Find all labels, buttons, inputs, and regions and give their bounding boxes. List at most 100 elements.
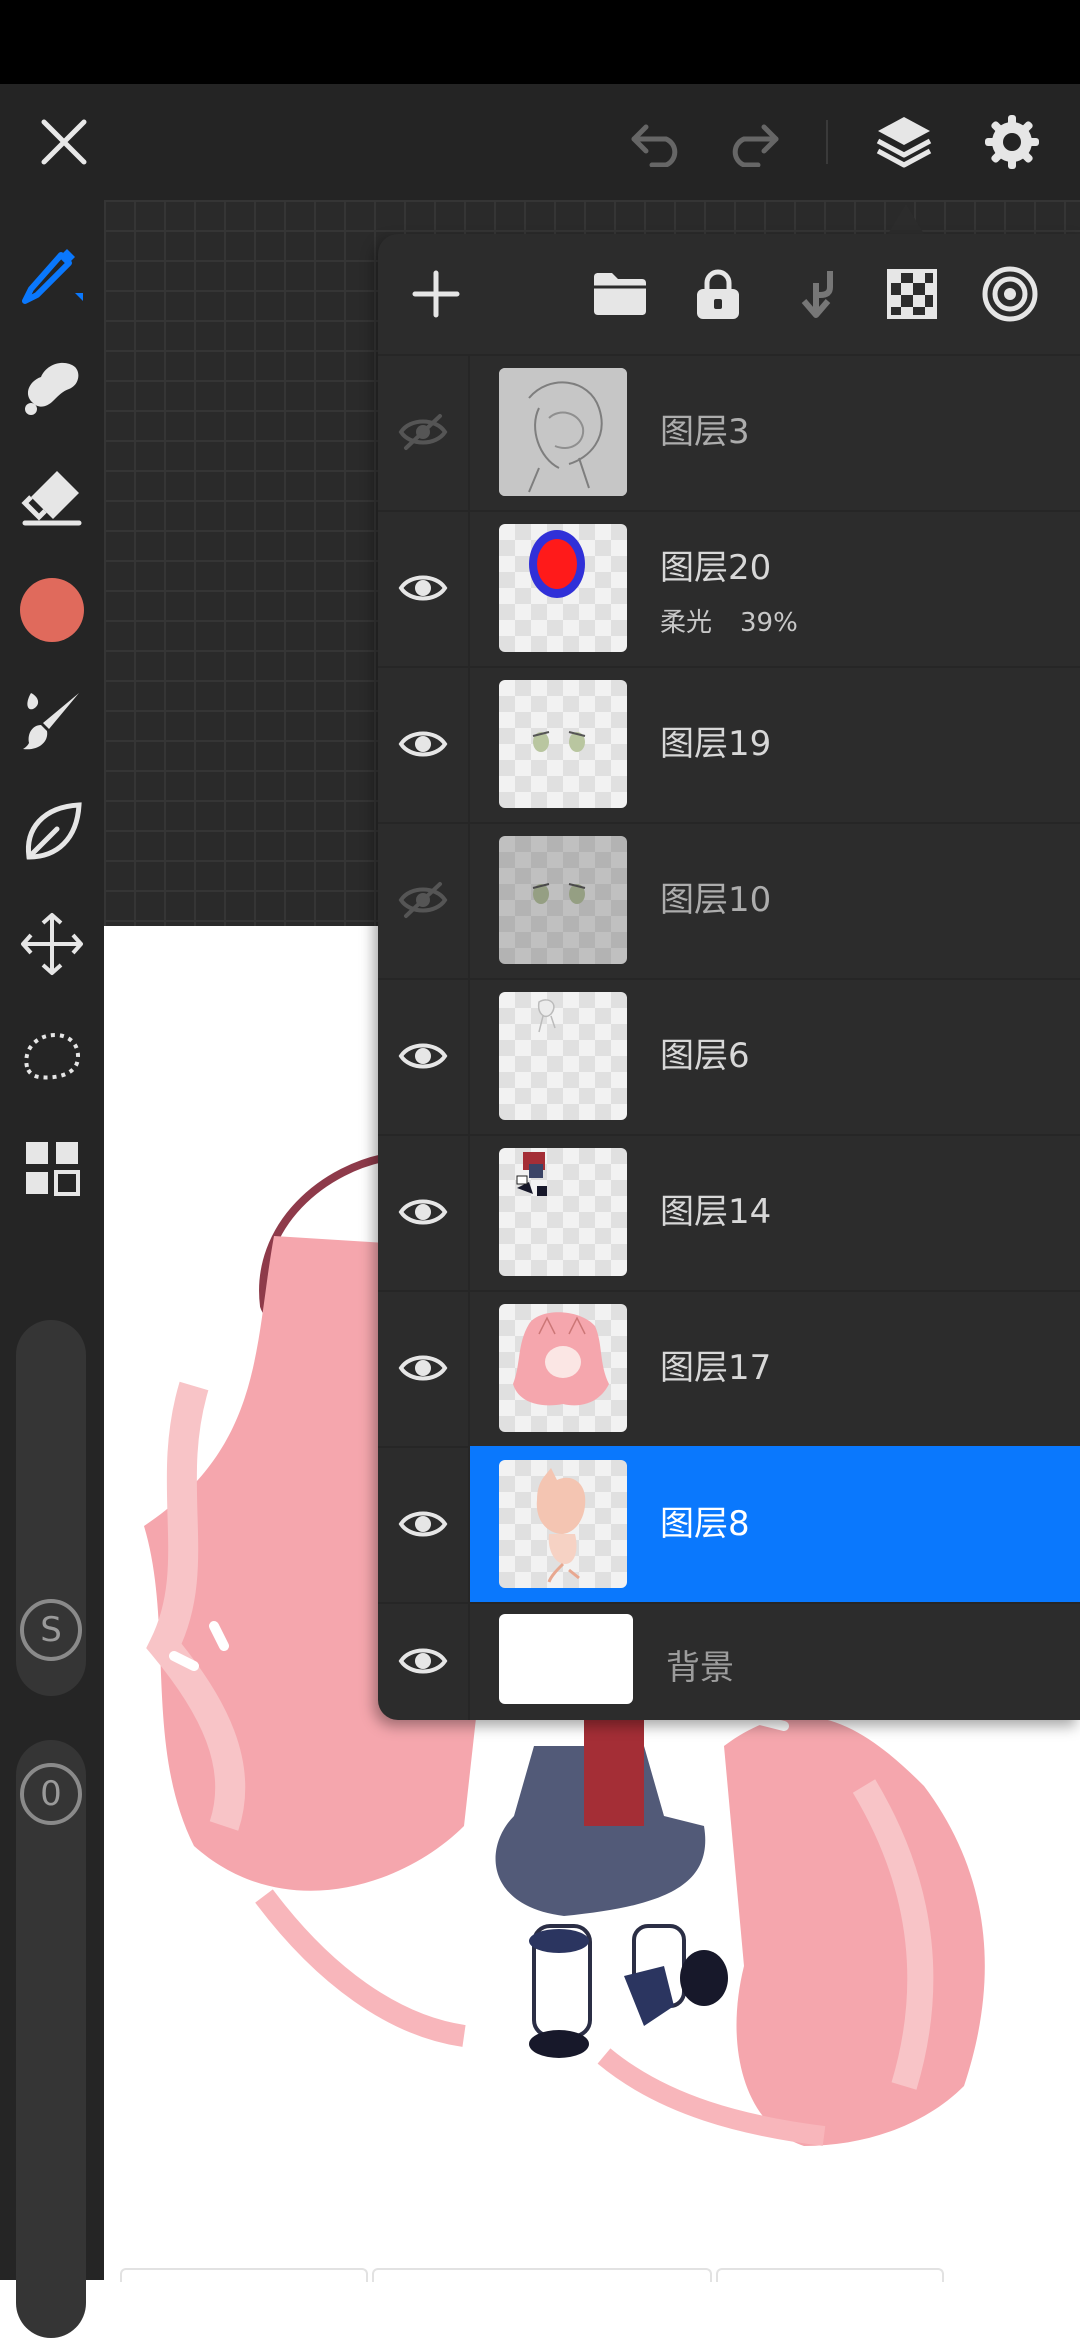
layer-thumbnail: [499, 992, 627, 1120]
layers-panel-header: [378, 234, 1080, 356]
eye-icon: [398, 1043, 448, 1069]
visibility-toggle[interactable]: [378, 1134, 470, 1290]
layer-row[interactable]: 图层10: [378, 822, 1080, 980]
eye-icon: [398, 1648, 448, 1674]
brush-tool[interactable]: [12, 680, 92, 760]
size-knob-label: S: [40, 1610, 62, 1650]
eye-icon: [398, 731, 448, 757]
visibility-toggle[interactable]: [378, 510, 470, 666]
layer-name: 图层17: [660, 1348, 772, 1388]
eye-icon: [398, 575, 448, 601]
layer-row-body[interactable]: 图层10: [470, 822, 1080, 978]
layer-row-background[interactable]: 背景: [378, 1602, 1080, 1720]
settings-button[interactable]: [970, 100, 1054, 184]
eraser-tool[interactable]: [12, 456, 92, 536]
selection-tool[interactable]: [12, 1016, 92, 1096]
layer-row[interactable]: 图层20 柔光 39%: [378, 510, 1080, 668]
active-color-circle: [20, 578, 84, 642]
close-icon: [41, 119, 87, 165]
layer-thumbnail: [499, 524, 627, 652]
status-bar: [0, 0, 1080, 84]
layer-row[interactable]: 图层19: [378, 666, 1080, 824]
pen-tool[interactable]: [12, 232, 92, 312]
layer-row-body[interactable]: 图层3: [470, 354, 1080, 510]
visibility-toggle[interactable]: [378, 1446, 470, 1602]
visibility-toggle[interactable]: [378, 1290, 470, 1446]
color-swatch[interactable]: [12, 570, 92, 650]
layer-thumbnail: [499, 368, 627, 496]
layer-name: 背景: [666, 1648, 734, 1688]
close-button[interactable]: [24, 102, 104, 182]
opacity-slider[interactable]: 0: [16, 1740, 86, 2338]
undo-icon: [631, 124, 678, 167]
add-icon: [412, 270, 460, 318]
redo-button[interactable]: [712, 102, 792, 182]
layer-thumbnail: [499, 680, 627, 808]
eye-off-icon: [398, 882, 448, 918]
move-icon: [21, 913, 83, 975]
eye-icon: [398, 1355, 448, 1381]
gallery-icon: [26, 1142, 80, 1196]
top-bar-divider: [826, 120, 828, 164]
undo-button[interactable]: [618, 102, 698, 182]
opacity-knob-label: 0: [40, 1774, 62, 1814]
layer-thumbnail: [499, 1304, 627, 1432]
blend-mode: 柔光: [660, 608, 713, 638]
layer-row[interactable]: 图层6: [378, 978, 1080, 1136]
eye-off-icon: [398, 414, 448, 450]
folder-icon: [594, 273, 646, 315]
left-toolbar: S 0: [0, 200, 104, 2338]
liquify-tool[interactable]: [12, 792, 92, 872]
merge-down-button[interactable]: [778, 256, 854, 332]
pen-icon: [22, 249, 83, 304]
visibility-toggle[interactable]: [378, 822, 470, 978]
layer-row-selected[interactable]: 图层8: [378, 1446, 1080, 1604]
lasso-icon: [24, 1032, 80, 1080]
visibility-toggle[interactable]: [378, 978, 470, 1134]
layers-panel: 图层3 图层20 柔光 39% 图层19 图层10 图层6 图层14 图层17 …: [378, 234, 1080, 1720]
layer-row[interactable]: 图层17: [378, 1290, 1080, 1448]
layer-row[interactable]: 图层3: [378, 354, 1080, 512]
layer-thumbnail: [499, 836, 627, 964]
eye-icon: [398, 1511, 448, 1537]
layer-thumbnail: [499, 1148, 627, 1276]
layer-thumbnail: [499, 1460, 627, 1588]
layer-name: 图层8: [660, 1504, 750, 1544]
layer-name: 图层19: [660, 724, 772, 764]
layer-row-body[interactable]: 背景: [470, 1602, 1080, 1720]
layer-row-body[interactable]: 图层8: [470, 1446, 1080, 1602]
layer-name: 图层6: [660, 1036, 750, 1076]
layer-name: 图层20: [660, 548, 772, 588]
layers-panel-caret: [888, 204, 924, 234]
liquify-icon: [25, 802, 82, 860]
layer-row-body[interactable]: 图层19: [470, 666, 1080, 822]
layer-row[interactable]: 图层14: [378, 1134, 1080, 1292]
smudge-icon: [25, 362, 79, 415]
brush-size-slider[interactable]: S: [16, 1320, 86, 1696]
smudge-tool[interactable]: [12, 344, 92, 424]
checker-icon: [887, 269, 937, 319]
reference-button[interactable]: [972, 256, 1048, 332]
layer-row-body[interactable]: 图层20 柔光 39%: [470, 510, 1080, 666]
layer-row-body[interactable]: 图层14: [470, 1134, 1080, 1290]
layer-row-body[interactable]: 图层17: [470, 1290, 1080, 1446]
layer-name: 图层14: [660, 1192, 772, 1232]
visibility-toggle[interactable]: [378, 354, 470, 510]
visibility-toggle[interactable]: [378, 666, 470, 822]
layer-row-body[interactable]: 图层6: [470, 978, 1080, 1134]
new-group-button[interactable]: [582, 256, 658, 332]
move-tool[interactable]: [12, 904, 92, 984]
layer-blend-info: 柔光 39%: [660, 602, 826, 639]
layer-name: 图层3: [660, 412, 750, 452]
layers-icon: [876, 117, 932, 168]
add-layer-button[interactable]: [398, 256, 474, 332]
gallery-tool[interactable]: [12, 1128, 92, 1208]
eraser-icon: [21, 471, 82, 526]
visibility-toggle[interactable]: [378, 1602, 470, 1720]
alpha-lock-button[interactable]: [874, 256, 950, 332]
lock-layer-button[interactable]: [680, 256, 756, 332]
opacity-knob[interactable]: 0: [19, 1762, 83, 1826]
layers-button[interactable]: [862, 100, 946, 184]
eye-icon: [398, 1199, 448, 1225]
brush-size-knob[interactable]: S: [19, 1598, 83, 1662]
